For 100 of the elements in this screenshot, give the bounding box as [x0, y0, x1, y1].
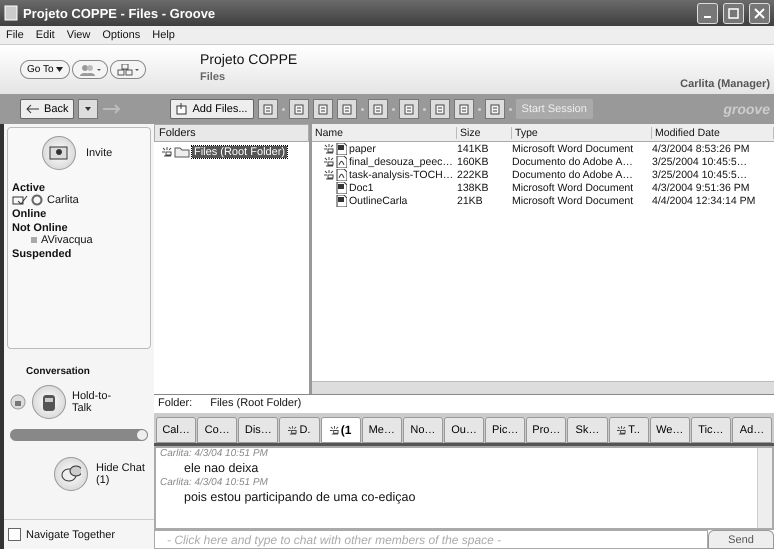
tool-tab[interactable]: We… — [650, 417, 690, 443]
tool-tab[interactable]: (1 — [320, 417, 361, 443]
hold-to-talk-label: Hold-to-Talk — [72, 390, 112, 414]
speech-bubbles-icon — [61, 465, 81, 483]
offline-status-icon — [30, 236, 38, 244]
tool-tab[interactable]: Sk… — [567, 417, 608, 443]
close-button[interactable] — [749, 2, 770, 24]
column-header[interactable]: Modified Date — [652, 126, 774, 138]
new-folder-button[interactable] — [398, 99, 418, 119]
invitation-icon — [49, 145, 69, 161]
go-to-button[interactable]: Go To — [20, 60, 70, 79]
mark-unread-button[interactable] — [454, 99, 474, 119]
tool-tab[interactable]: Me… — [362, 417, 402, 443]
copy-button[interactable] — [288, 99, 308, 119]
message-text: ele nao deixa — [183, 460, 260, 477]
vertical-scrollbar[interactable] — [757, 448, 772, 528]
upload-button[interactable] — [484, 99, 504, 119]
folder-label: Folder: — [158, 397, 192, 411]
dropdown-button[interactable] — [78, 99, 98, 119]
minimize-button[interactable] — [697, 2, 718, 24]
tool-tab[interactable]: T.. — [608, 417, 649, 443]
word-file-icon — [336, 182, 347, 194]
contacts-button[interactable] — [72, 60, 108, 79]
hide-chat-button[interactable] — [54, 457, 88, 491]
menu-item[interactable]: Help — [152, 29, 175, 41]
invite-button[interactable] — [42, 136, 76, 170]
window-title: Projeto COPPE - Files - Groove — [23, 6, 216, 20]
member-name[interactable]: AVivacqua — [41, 234, 93, 246]
delete-button[interactable] — [368, 99, 388, 119]
tool-tab[interactable]: D. — [279, 417, 320, 443]
member-group-heading: Not Online — [12, 222, 69, 234]
boxes-icon — [116, 64, 138, 76]
file-name[interactable]: paper — [349, 142, 376, 154]
table-cell-text: Documento do Adobe A… — [512, 168, 634, 180]
people-icon — [78, 64, 100, 76]
document-icon — [372, 103, 384, 115]
table-cell-text: 3/25/2004 10:45:5… — [652, 156, 748, 168]
column-header[interactable]: Size — [457, 126, 512, 138]
table-cell-text: 4/3/2004 9:51:36 PM — [652, 182, 750, 194]
member-group-heading: Active — [12, 182, 46, 194]
lock-icon[interactable] — [10, 394, 26, 410]
document-icon — [292, 103, 304, 115]
back-button[interactable]: Back — [20, 99, 74, 119]
folder-up-button[interactable] — [258, 99, 278, 119]
pdf-file-icon — [336, 168, 347, 180]
message-text: pois estou participando de uma co-ediçao — [183, 489, 416, 506]
menu-item[interactable]: Options — [102, 29, 140, 41]
file-name[interactable]: final_desouza_peec… — [349, 156, 453, 168]
tool-tab[interactable]: Cal… — [156, 417, 196, 443]
member-name[interactable]: Carlita — [47, 194, 79, 206]
menu-item[interactable]: View — [66, 29, 90, 41]
section-heading: Conversation — [25, 365, 91, 379]
folder-icon — [174, 146, 190, 158]
column-header[interactable]: Type — [512, 126, 652, 138]
table-cell-text: 138KB — [457, 182, 490, 194]
paste-button[interactable] — [336, 99, 356, 119]
move-button[interactable] — [312, 99, 332, 119]
tool-tab[interactable]: Dis… — [238, 417, 278, 443]
chat-input-field[interactable]: - Click here and type to chat with other members of the space - — [154, 530, 708, 549]
column-header: Folders — [154, 124, 309, 142]
volume-thumb[interactable] — [137, 430, 147, 440]
maximize-button[interactable] — [723, 2, 744, 24]
tool-tab[interactable]: Ad… — [732, 417, 772, 443]
tool-tab[interactable]: Pro… — [526, 417, 566, 443]
hold-to-talk-button[interactable] — [32, 385, 66, 419]
workspace-button[interactable] — [110, 60, 146, 79]
tool-tab[interactable]: No… — [402, 417, 443, 443]
tool-tab[interactable]: Ou… — [444, 417, 484, 443]
table-cell-text: 4/4/2004 12:34:14 PM — [652, 194, 756, 206]
send-button[interactable]: Send — [708, 530, 774, 549]
document-icon — [458, 103, 470, 115]
invite-label: Invite — [86, 147, 112, 159]
volume-slider[interactable] — [10, 429, 148, 441]
member-group-heading: Online — [12, 208, 48, 220]
checkbox[interactable] — [8, 528, 21, 541]
app-icon — [4, 5, 18, 21]
user-role: Carlita (Manager) — [680, 78, 771, 92]
add-files-button[interactable]: Add Files... — [170, 99, 254, 119]
table-cell-text: 21KB — [457, 194, 484, 206]
folder-item[interactable]: Files (Root Folder) — [192, 146, 288, 158]
horizontal-scrollbar[interactable] — [312, 381, 774, 394]
menu-item[interactable]: Edit — [36, 29, 55, 41]
table-cell-text: Microsoft Word Document — [512, 194, 634, 206]
tool-tab[interactable]: Co… — [197, 417, 238, 443]
column-header[interactable]: Name — [312, 126, 457, 138]
menu-item[interactable]: File — [6, 29, 24, 41]
member-group-heading: Suspended — [12, 248, 72, 260]
tool-tab[interactable]: Tic… — [690, 417, 731, 443]
tool-tab[interactable]: Pic… — [485, 417, 526, 443]
table-cell-text: Microsoft Word Document — [512, 142, 634, 154]
word-file-icon — [336, 194, 347, 206]
mark-read-button[interactable] — [430, 99, 450, 119]
minimize-icon — [704, 16, 711, 18]
document-icon — [488, 103, 500, 115]
file-name[interactable]: Doc1 — [349, 182, 374, 194]
pdf-file-icon — [336, 156, 347, 168]
file-name[interactable]: OutlineCarla — [349, 194, 408, 206]
document-icon — [316, 103, 328, 115]
table-cell-text: Documento do Adobe A… — [512, 156, 634, 168]
file-name[interactable]: task-analysis-TOCH… — [349, 168, 454, 180]
